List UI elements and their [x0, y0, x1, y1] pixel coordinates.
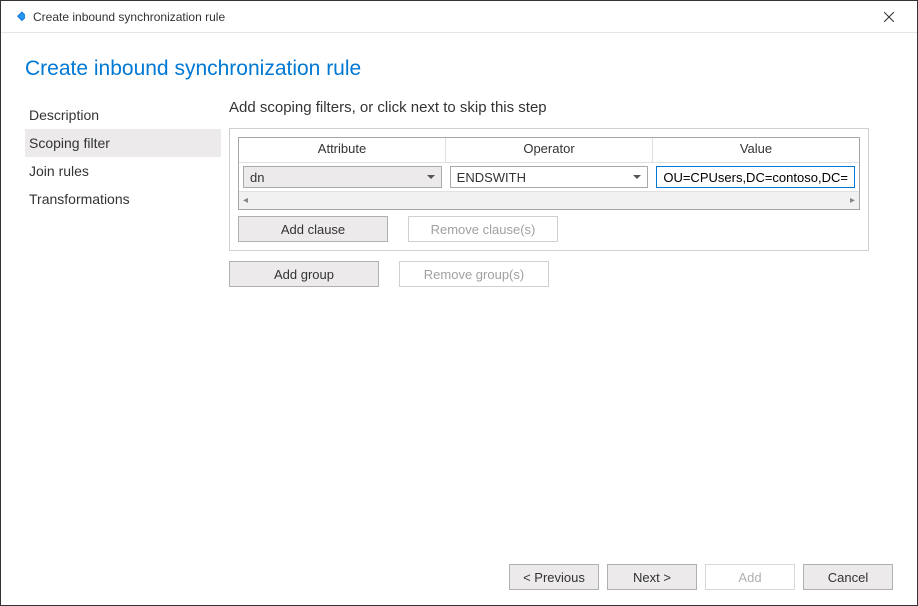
window-title: Create inbound synchronization rule [33, 10, 869, 24]
col-attribute: Attribute [239, 138, 446, 162]
clause-grid: Attribute Operator Value dn ENDSWITH [238, 137, 860, 210]
attribute-dropdown[interactable]: dn [243, 166, 442, 188]
remove-group-button[interactable]: Remove group(s) [399, 261, 549, 287]
sidebar-item-scoping-filter[interactable]: Scoping filter [25, 129, 221, 157]
grid-header: Attribute Operator Value [239, 138, 859, 162]
col-operator: Operator [446, 138, 653, 162]
add-group-button[interactable]: Add group [229, 261, 379, 287]
attribute-value: dn [250, 170, 264, 185]
body-row: Description Scoping filter Join rules Tr… [25, 99, 893, 549]
app-icon [9, 9, 25, 25]
step-instruction: Add scoping filters, or click next to sk… [229, 99, 893, 128]
operator-value: ENDSWITH [457, 170, 526, 185]
page-heading: Create inbound synchronization rule [25, 33, 893, 99]
col-value: Value [653, 138, 859, 162]
next-button[interactable]: Next > [607, 564, 697, 590]
add-clause-button[interactable]: Add clause [238, 216, 388, 242]
previous-button[interactable]: < Previous [509, 564, 599, 590]
close-button[interactable] [869, 3, 909, 31]
sidebar-item-join-rules[interactable]: Join rules [25, 157, 221, 185]
cancel-button[interactable]: Cancel [803, 564, 893, 590]
dialog-window: Create inbound synchronization rule Crea… [0, 0, 918, 606]
clause-row: dn ENDSWITH [239, 162, 859, 191]
group-button-row: Add group Remove group(s) [229, 261, 893, 287]
value-input[interactable] [656, 166, 855, 188]
scroll-left-icon[interactable]: ◂ [243, 195, 248, 206]
wizard-sidebar: Description Scoping filter Join rules Tr… [25, 99, 221, 549]
remove-clause-button[interactable]: Remove clause(s) [408, 216, 558, 242]
main-panel: Add scoping filters, or click next to sk… [221, 99, 893, 549]
clause-button-row: Add clause Remove clause(s) [238, 216, 860, 242]
sidebar-item-description[interactable]: Description [25, 101, 221, 129]
horizontal-scrollbar[interactable]: ◂ ▸ [239, 191, 859, 209]
add-button[interactable]: Add [705, 564, 795, 590]
wizard-footer: < Previous Next > Add Cancel [1, 549, 917, 605]
operator-dropdown[interactable]: ENDSWITH [450, 166, 649, 188]
scroll-right-icon[interactable]: ▸ [850, 195, 855, 206]
filter-group-box: Attribute Operator Value dn ENDSWITH [229, 128, 869, 251]
sidebar-item-transformations[interactable]: Transformations [25, 185, 221, 213]
content-area: Create inbound synchronization rule Desc… [1, 33, 917, 549]
titlebar: Create inbound synchronization rule [1, 1, 917, 33]
